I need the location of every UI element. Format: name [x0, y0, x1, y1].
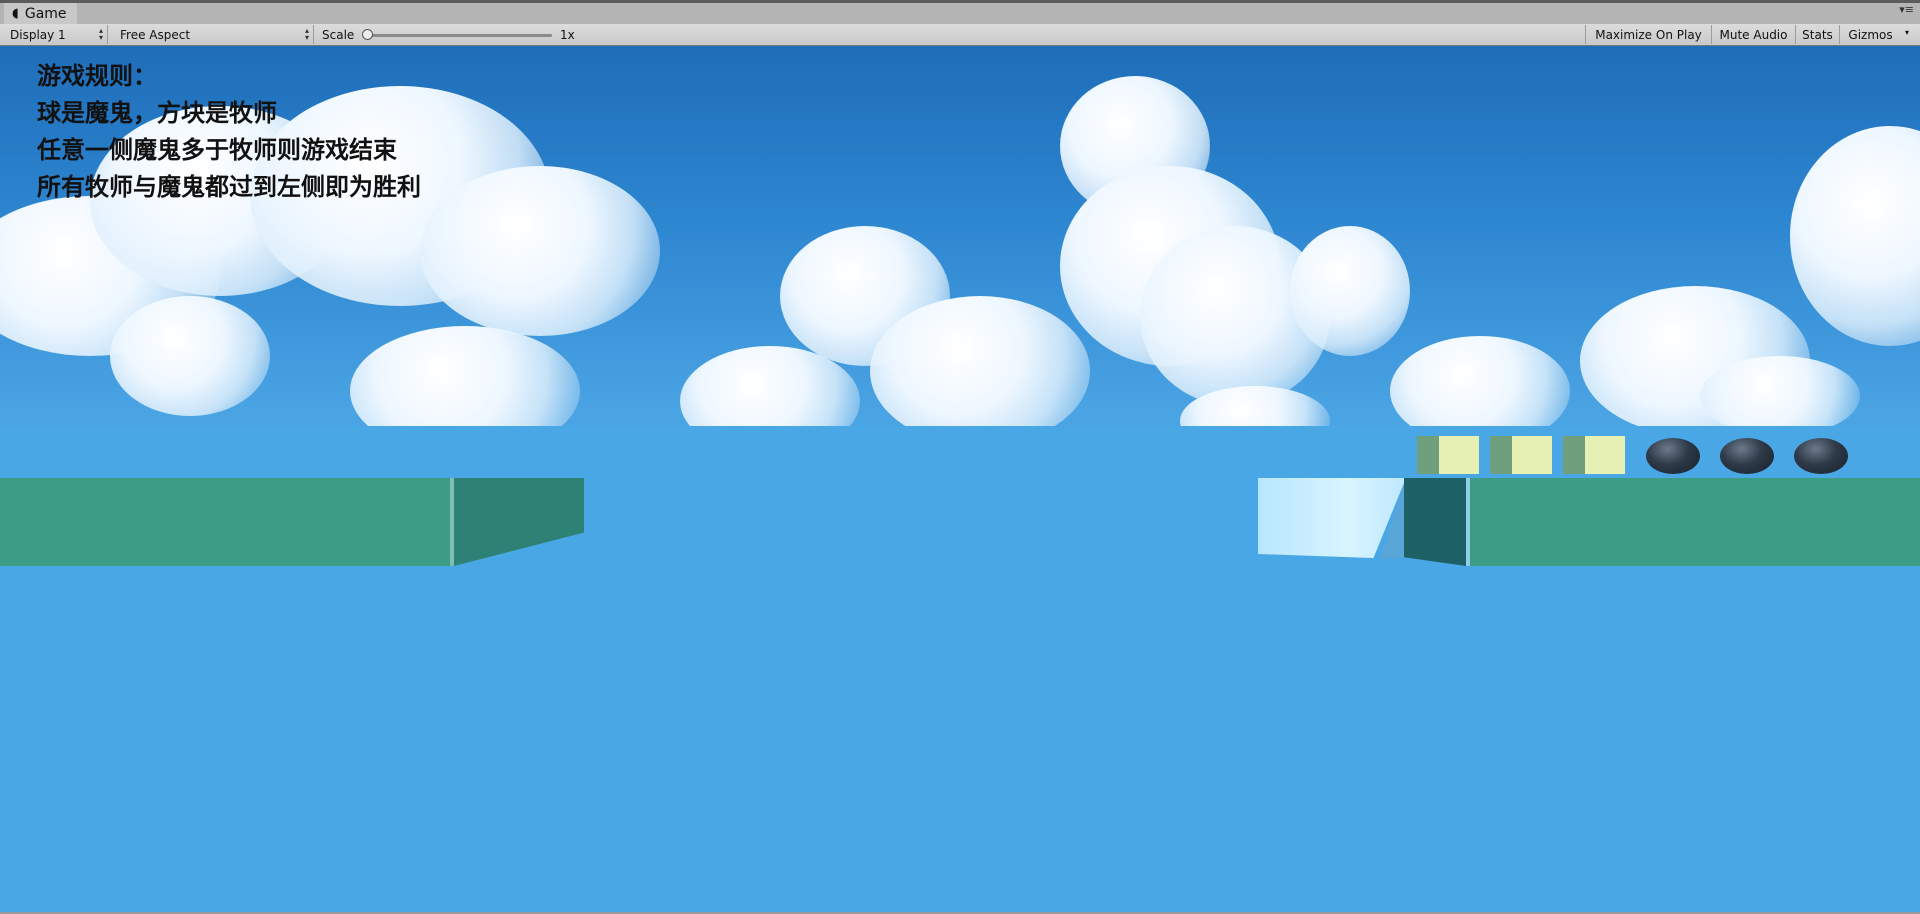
rule-line: 所有牧师与魔鬼都过到左侧即为胜利 — [37, 173, 421, 201]
stats-button[interactable]: Stats — [1795, 25, 1839, 44]
aspect-value: Free Aspect — [120, 27, 191, 42]
left-shore — [0, 478, 450, 566]
priest-cube-front — [1585, 436, 1625, 474]
pacman-icon: ◖ — [12, 6, 19, 21]
scale-slider-track[interactable] — [368, 34, 552, 37]
maximize-on-play-label: Maximize On Play — [1595, 27, 1702, 42]
priest-cube[interactable] — [1417, 436, 1479, 474]
skybox — [0, 46, 1920, 476]
gizmos-label: Gizmos — [1848, 27, 1893, 42]
rule-line: 任意一侧魔鬼多于牧师则游戏结束 — [37, 136, 397, 164]
priest-cube-front — [1439, 436, 1479, 474]
aspect-dropdown[interactable]: Free Aspect ▴ ▾ — [114, 25, 314, 44]
priest-cube-side — [1490, 436, 1512, 474]
right-shore-side — [1404, 478, 1466, 566]
game-viewport[interactable]: 游戏规则： 球是魔鬼，方块是牧师 任意一侧魔鬼多于牧师则游戏结束 所有牧师与魔鬼… — [0, 46, 1920, 912]
stats-label: Stats — [1802, 27, 1833, 42]
cloud — [870, 296, 1090, 446]
scale-value: 1x — [560, 28, 575, 42]
game-tab-label: Game — [24, 5, 67, 22]
rule-line: 球是魔鬼，方块是牧师 — [37, 99, 277, 127]
scale-slider-thumb[interactable] — [362, 29, 373, 40]
cloud — [420, 166, 660, 336]
rules-title: 游戏规则： — [37, 62, 157, 90]
left-shore-edge — [450, 478, 454, 566]
priest-cube-side — [1563, 436, 1585, 474]
updown-arrows-icon: ▴ ▾ — [98, 26, 103, 42]
updown-arrows-icon: ▴ ▾ — [304, 26, 309, 42]
devil-sphere[interactable] — [1720, 438, 1774, 474]
panel-menu-icon[interactable]: ▾≡ — [1899, 4, 1914, 15]
priest-cube[interactable] — [1490, 436, 1552, 474]
display-dropdown[interactable]: Display 1 ▴ ▾ — [4, 25, 108, 44]
mute-audio-label: Mute Audio — [1719, 27, 1788, 42]
scale-label: Scale — [322, 28, 355, 42]
game-tab[interactable]: ◖ Game — [4, 3, 77, 24]
display-value: Display 1 — [10, 27, 66, 42]
gizmos-button[interactable]: Gizmos ▾ — [1839, 25, 1911, 44]
mute-audio-button[interactable]: Mute Audio — [1711, 25, 1795, 44]
priest-cube-side — [1417, 436, 1439, 474]
chevron-down-icon[interactable]: ▾ — [1905, 28, 1909, 37]
cloud — [1790, 126, 1920, 346]
maximize-on-play-button[interactable]: Maximize On Play — [1585, 25, 1711, 44]
devil-sphere[interactable] — [1794, 438, 1848, 474]
priest-cube[interactable] — [1563, 436, 1625, 474]
window-tab-bar: ◖ Game ▾≡ — [0, 0, 1920, 24]
right-shore — [1470, 478, 1920, 566]
cloud — [1290, 226, 1410, 356]
game-toolbar: Display 1 ▴ ▾ Free Aspect ▴ ▾ Scale 1x Max… — [0, 24, 1920, 46]
cloud — [1700, 356, 1860, 436]
cloud — [110, 296, 270, 416]
devil-sphere[interactable] — [1646, 438, 1700, 474]
priest-cube-front — [1512, 436, 1552, 474]
